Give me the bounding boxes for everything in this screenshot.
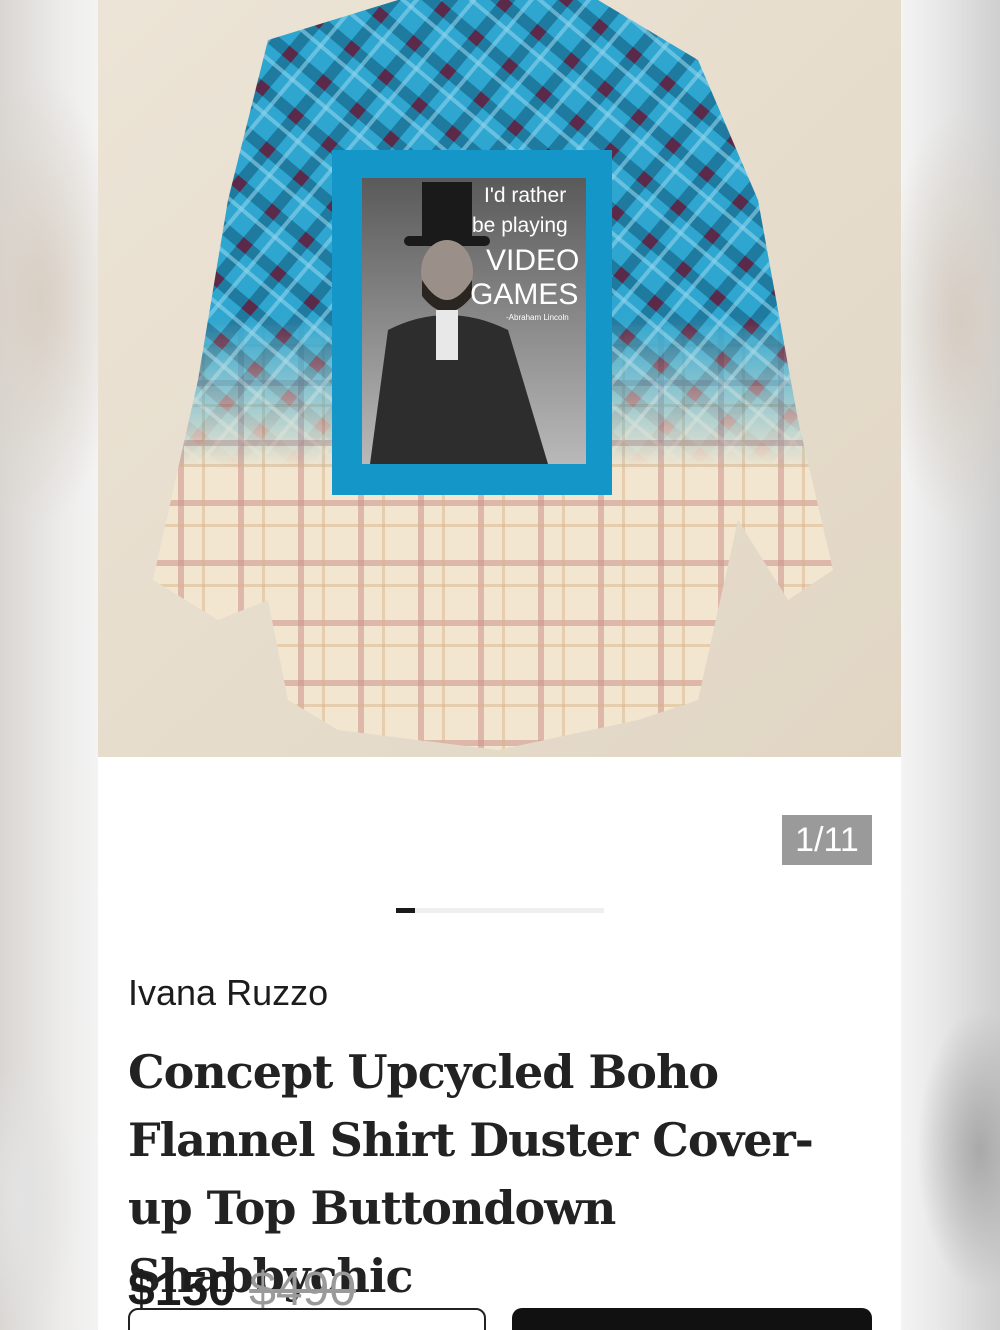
svg-text:VIDEO: VIDEO [486,244,579,277]
gallery-progress-fill [396,908,415,913]
image-counter-badge: 1/11 [782,815,872,865]
flannel-shirt-image: I'd rather be playing VIDEO GAMES -Abrah… [98,0,901,757]
product-photo[interactable]: I'd rather be playing VIDEO GAMES -Abrah… [98,0,901,757]
gallery-progress-bar [396,908,604,913]
svg-text:-Abraham Lincoln: -Abraham Lincoln [506,313,569,322]
product-card: I'd rather be playing VIDEO GAMES -Abrah… [98,0,901,1330]
secondary-action-button[interactable] [128,1308,486,1330]
svg-text:I'd rather: I'd rather [484,184,566,207]
seller-name-link[interactable]: Ivana Ruzzo [128,972,328,1014]
primary-action-button[interactable] [512,1308,872,1330]
svg-text:GAMES: GAMES [470,278,578,311]
svg-text:be playing: be playing [472,214,568,237]
